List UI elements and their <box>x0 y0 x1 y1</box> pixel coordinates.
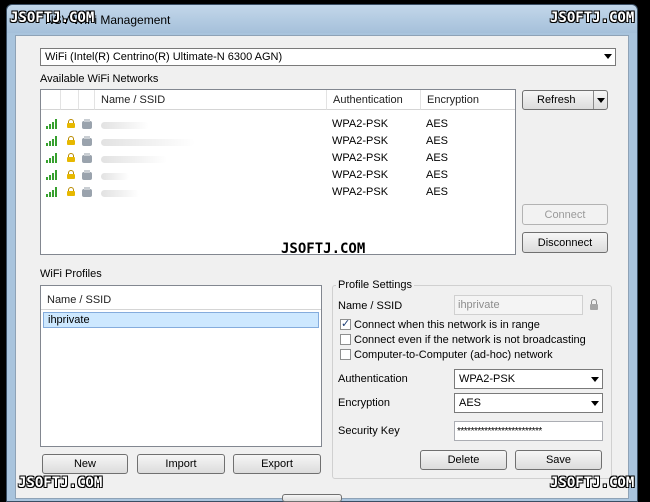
row-auth: WPA2-PSK <box>332 186 389 198</box>
networks-list[interactable]: Name / SSID Authentication Encryption WP… <box>40 89 516 255</box>
encryption-label: Encryption <box>338 397 390 409</box>
watermark-center: JSOFTJ.COM <box>281 241 366 257</box>
profiles-col-ssid[interactable]: Name / SSID <box>41 290 321 310</box>
row-enc: AES <box>426 118 449 130</box>
ssid-redacted <box>101 139 195 146</box>
save-button[interactable]: Save <box>515 450 602 470</box>
connect-in-range-label[interactable]: Connect when this network is in range <box>354 319 540 331</box>
security-key-label: Security Key <box>338 425 400 437</box>
export-button[interactable]: Export <box>233 454 321 474</box>
authentication-label: Authentication <box>338 373 408 385</box>
connect-button[interactable]: Connect <box>522 204 608 225</box>
row-enc: AES <box>426 135 449 147</box>
signal-strength-icon <box>46 136 59 146</box>
security-key-field[interactable]: ************************* <box>454 421 603 441</box>
network-type-icon <box>82 136 92 146</box>
watermark-top-right: JSOFTJ.COM <box>550 10 635 26</box>
adhoc-checkbox[interactable] <box>340 349 351 360</box>
split-divider <box>593 91 594 109</box>
adhoc-label[interactable]: Computer-to-Computer (ad-hoc) network <box>354 349 553 361</box>
table-row[interactable]: WPA2-PSK AES <box>41 184 515 201</box>
title-bar: NSV WiFi Management <box>7 5 637 33</box>
lock-icon <box>67 153 75 162</box>
adapter-selected: WiFi (Intel(R) Centrino(R) Ultimate-N 63… <box>45 51 283 63</box>
col-type <box>79 90 95 110</box>
delete-button[interactable]: Delete <box>420 450 507 470</box>
col-signal <box>41 90 61 110</box>
refresh-label: Refresh <box>537 94 576 106</box>
table-row[interactable]: WPA2-PSK AES <box>41 133 515 150</box>
authentication-value: WPA2-PSK <box>459 373 516 385</box>
signal-strength-icon <box>46 153 59 163</box>
row-auth: WPA2-PSK <box>332 135 389 147</box>
profiles-list[interactable]: Name / SSID ihprivate <box>40 285 322 447</box>
watermark-top-left: JSOFTJ.COM <box>10 10 95 26</box>
lock-icon <box>67 187 75 196</box>
lock-icon[interactable] <box>589 299 599 310</box>
row-enc: AES <box>426 169 449 181</box>
row-auth: WPA2-PSK <box>332 169 389 181</box>
security-key-value: ************************* <box>457 426 542 437</box>
authentication-dropdown[interactable]: WPA2-PSK <box>454 369 603 389</box>
table-row[interactable]: WPA2-PSK AES <box>41 150 515 167</box>
bottom-button-partial[interactable] <box>282 494 342 502</box>
networks-section-label: Available WiFi Networks <box>40 73 159 85</box>
client-area: WiFi (Intel(R) Centrino(R) Ultimate-N 63… <box>15 35 629 502</box>
profiles-section-label: WiFi Profiles <box>40 268 102 280</box>
col-authentication[interactable]: Authentication <box>327 90 421 110</box>
ssid-redacted <box>101 122 149 129</box>
lock-icon <box>67 119 75 128</box>
list-item[interactable]: ihprivate <box>43 312 319 328</box>
table-row[interactable]: WPA2-PSK AES <box>41 167 515 184</box>
ssid-redacted <box>101 173 129 180</box>
watermark-bottom-left: JSOFTJ.COM <box>18 475 103 491</box>
network-type-icon <box>82 119 92 129</box>
refresh-button[interactable]: Refresh <box>522 90 608 110</box>
col-security <box>61 90 79 110</box>
connect-not-broadcasting-label[interactable]: Connect even if the network is not broad… <box>354 334 586 346</box>
connect-not-broadcasting-checkbox[interactable] <box>340 334 351 345</box>
encryption-dropdown[interactable]: AES <box>454 393 603 413</box>
name-ssid-label: Name / SSID <box>338 300 403 312</box>
ssid-redacted <box>101 156 167 163</box>
chevron-down-icon <box>604 54 612 59</box>
signal-strength-icon <box>46 119 59 129</box>
profile-name: ihprivate <box>48 314 90 326</box>
network-type-icon <box>82 153 92 163</box>
name-ssid-field[interactable]: ihprivate <box>454 295 583 315</box>
encryption-value: AES <box>459 397 482 409</box>
row-enc: AES <box>426 152 449 164</box>
name-ssid-value: ihprivate <box>458 299 500 311</box>
adapter-dropdown[interactable]: WiFi (Intel(R) Centrino(R) Ultimate-N 63… <box>40 48 616 66</box>
ssid-redacted <box>101 190 139 197</box>
import-button[interactable]: Import <box>137 454 225 474</box>
signal-strength-icon <box>46 187 59 197</box>
connect-in-range-checkbox[interactable] <box>340 317 351 330</box>
row-enc: AES <box>426 186 449 198</box>
chevron-down-icon <box>591 377 599 382</box>
col-ssid[interactable]: Name / SSID <box>95 90 327 110</box>
row-auth: WPA2-PSK <box>332 118 389 130</box>
network-type-icon <box>82 187 92 197</box>
profile-settings-label: Profile Settings <box>336 279 414 291</box>
network-type-icon <box>82 170 92 180</box>
chevron-down-icon[interactable] <box>597 98 605 103</box>
col-encryption[interactable]: Encryption <box>421 90 515 110</box>
row-auth: WPA2-PSK <box>332 152 389 164</box>
signal-strength-icon <box>46 170 59 180</box>
chevron-down-icon <box>591 401 599 406</box>
watermark-bottom-right: JSOFTJ.COM <box>550 475 635 491</box>
new-profile-button[interactable]: New <box>42 454 128 474</box>
lock-icon <box>67 170 75 179</box>
disconnect-button[interactable]: Disconnect <box>522 232 608 253</box>
lock-icon <box>67 136 75 145</box>
table-row[interactable]: WPA2-PSK AES <box>41 116 515 133</box>
